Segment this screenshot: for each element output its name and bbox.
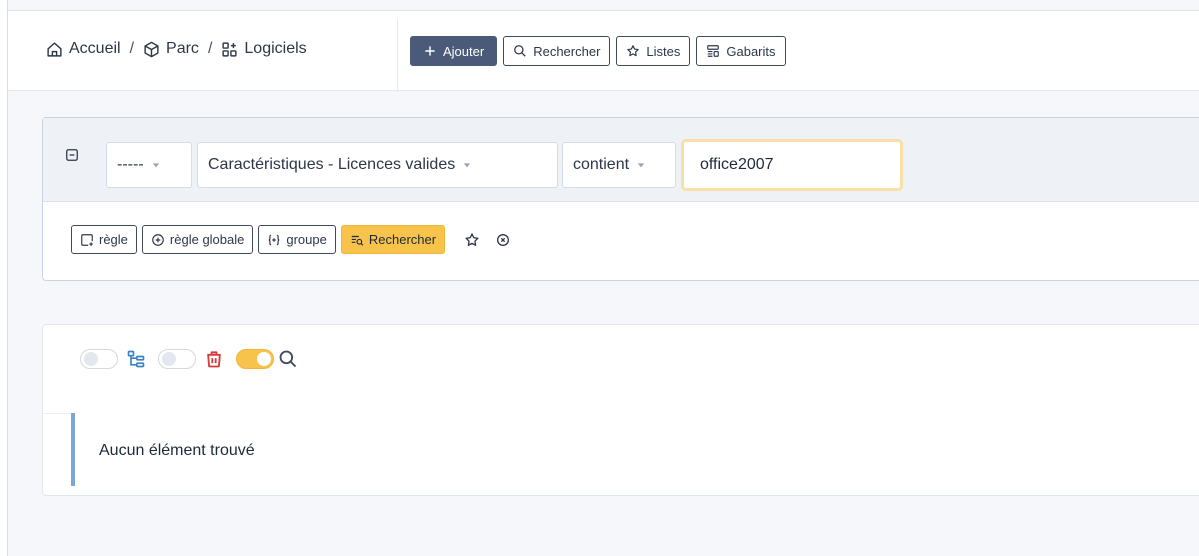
- breadcrumb-assets-label: Parc: [166, 40, 199, 57]
- add-group-label: groupe: [286, 232, 327, 247]
- collapse-icon[interactable]: [65, 148, 79, 162]
- star-icon: [627, 45, 640, 57]
- star-icon: [465, 232, 479, 246]
- results-panel: Aucun élément trouvé: [42, 324, 1199, 496]
- window-edge: [0, 0, 8, 556]
- breadcrumb-home[interactable]: Accueil: [46, 40, 121, 58]
- divider: [397, 19, 398, 92]
- breadcrumb: Accueil / Parc / Logiciels: [46, 40, 307, 58]
- box-icon: [144, 41, 159, 57]
- field-select[interactable]: Caractéristiques - Licences valides: [197, 142, 558, 188]
- square-plus-icon: [81, 233, 93, 246]
- toggle-knob: [162, 352, 176, 366]
- breadcrumb-separator: /: [129, 40, 135, 57]
- criteria-tools: règle règle globale groupe Rechercher: [71, 225, 515, 254]
- search-button-label: Rechercher: [533, 43, 601, 59]
- tree-icon: [126, 349, 146, 369]
- operator-select[interactable]: contient: [562, 142, 676, 188]
- circle-plus-icon: [152, 233, 164, 246]
- lists-button-label: Listes: [646, 43, 681, 59]
- empty-results-alert: Aucun élément trouvé: [71, 413, 1199, 486]
- breadcrumb-software[interactable]: Logiciels: [221, 40, 307, 58]
- link-select[interactable]: -----: [106, 142, 192, 188]
- search-criteria-panel: ----- Caractéristiques - Licences valide…: [42, 117, 1199, 281]
- add-rule-label: règle: [99, 232, 128, 247]
- field-select-value: Caractéristiques - Licences valides: [208, 156, 456, 173]
- add-global-rule-label: règle globale: [169, 232, 245, 247]
- empty-results-message: Aucun élément trouvé: [99, 442, 255, 459]
- search-panel-toggle[interactable]: [236, 349, 274, 369]
- trash-icon: [204, 349, 224, 369]
- criteria-row: ----- Caractéristiques - Licences valide…: [43, 118, 1199, 202]
- breadcrumb-separator: /: [207, 40, 213, 57]
- templates-button-label: Gabarits: [726, 43, 776, 59]
- submit-search-label: Rechercher: [368, 232, 437, 247]
- search-icon: [278, 349, 298, 369]
- chevron-down-icon: [464, 163, 471, 168]
- circle-x-icon: [497, 233, 510, 246]
- templates-button[interactable]: Gabarits: [696, 36, 786, 66]
- apps-icon: [222, 41, 237, 57]
- save-search-button[interactable]: [460, 228, 484, 252]
- home-icon: [47, 41, 62, 57]
- lists-button[interactable]: Listes: [616, 36, 691, 66]
- operator-select-value: contient: [573, 156, 630, 173]
- toggle-knob: [257, 352, 271, 366]
- list-search-icon: [351, 235, 364, 246]
- breadcrumb-home-label: Accueil: [69, 40, 121, 57]
- criteria-value-input[interactable]: [681, 139, 903, 191]
- toggle-knob: [84, 352, 98, 366]
- plus-icon: [425, 46, 435, 56]
- action-toolbar: Ajouter Rechercher Listes Gabarits: [410, 36, 786, 66]
- add-button-label: Ajouter: [443, 43, 485, 59]
- add-button[interactable]: Ajouter: [410, 36, 498, 66]
- add-group-button[interactable]: groupe: [258, 225, 336, 254]
- top-bar: Accueil / Parc / Logiciels Ajouter Reche…: [8, 10, 1199, 92]
- link-select-value: -----: [117, 156, 144, 173]
- add-global-rule-button[interactable]: règle globale: [141, 225, 254, 254]
- chevron-down-icon: [152, 163, 159, 168]
- search-button[interactable]: Rechercher: [503, 36, 611, 66]
- chevron-down-icon: [637, 163, 645, 168]
- braces-plus-icon: [268, 234, 280, 245]
- display-toggles: [80, 349, 310, 369]
- tree-view-toggle[interactable]: [80, 349, 118, 369]
- breadcrumb-software-label: Logiciels: [244, 40, 307, 57]
- add-rule-button[interactable]: règle: [71, 225, 137, 254]
- search-icon: [514, 45, 526, 57]
- reset-search-button[interactable]: [491, 228, 515, 252]
- submit-search-button[interactable]: Rechercher: [340, 225, 446, 254]
- template-icon: [707, 45, 720, 57]
- trash-view-toggle[interactable]: [158, 349, 196, 369]
- breadcrumb-assets[interactable]: Parc: [143, 40, 199, 58]
